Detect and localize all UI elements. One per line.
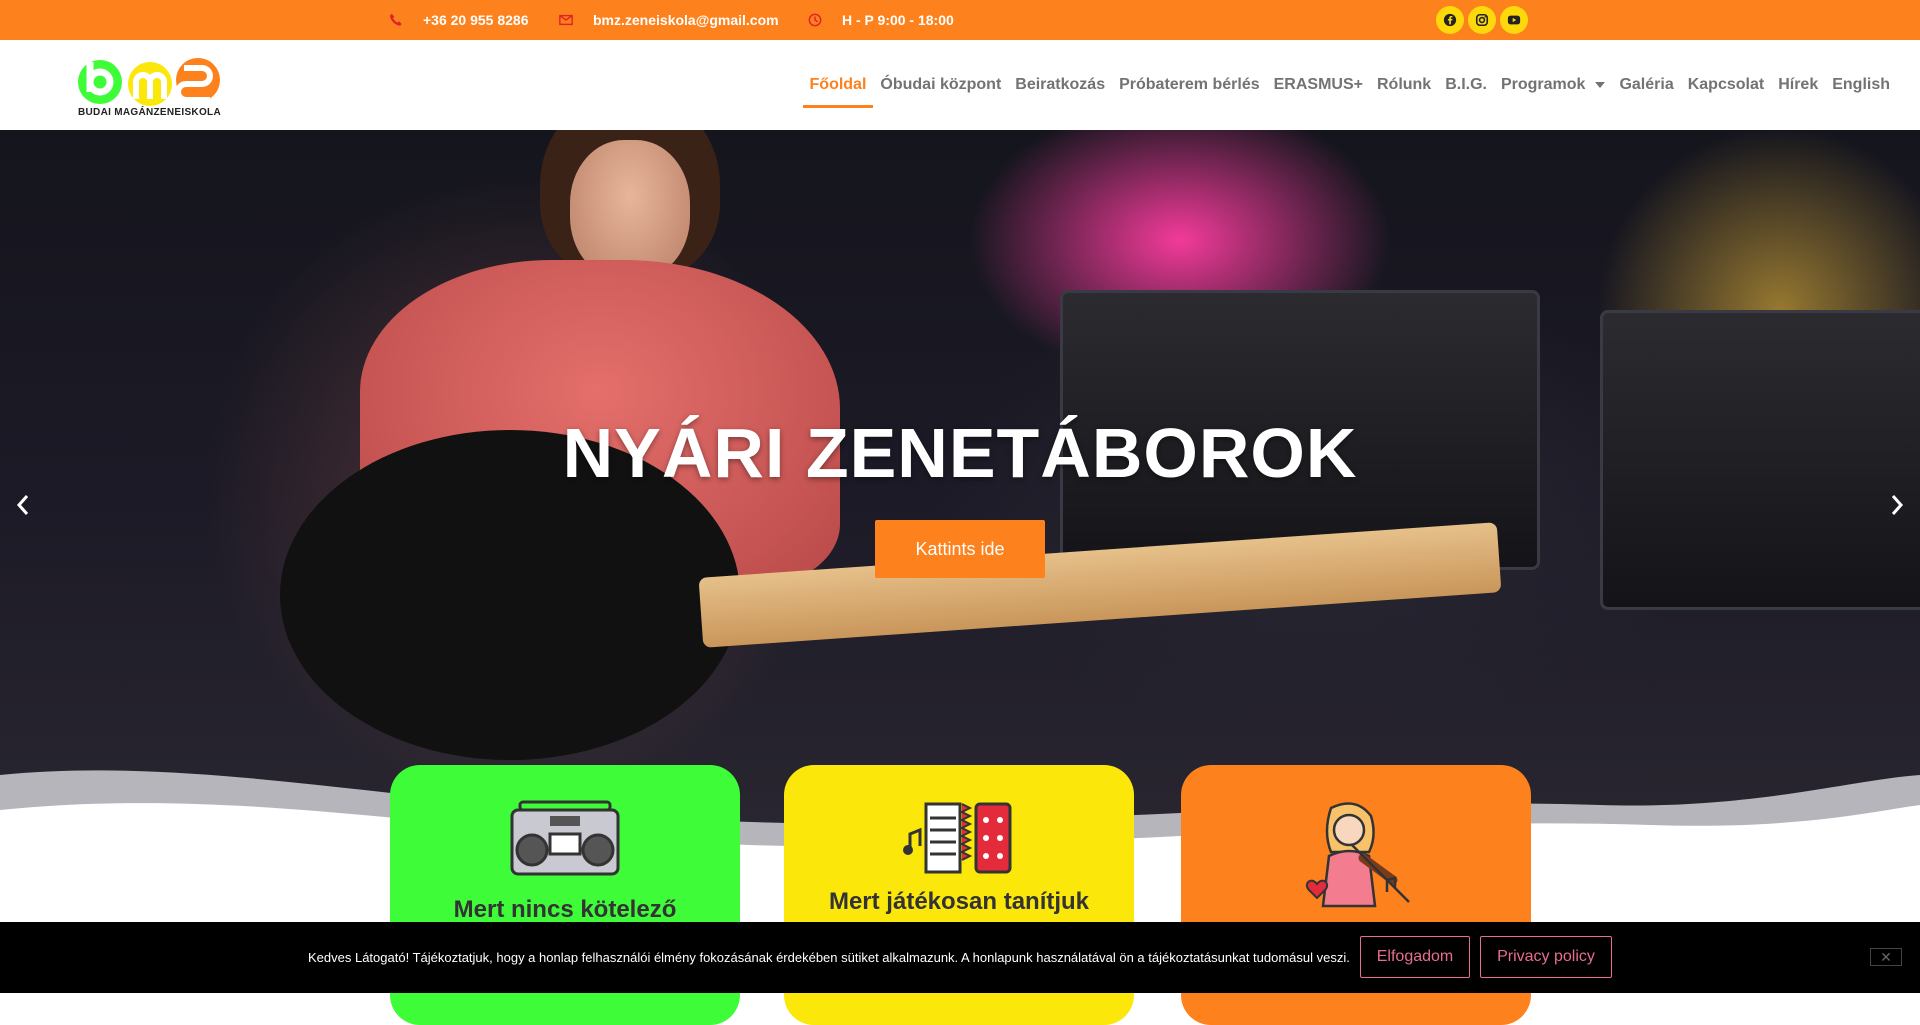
phone-number: +36 20 955 8286: [423, 12, 529, 28]
hero-title: NYÁRI ZENETÁBOROK: [562, 414, 1358, 492]
feature-card-1-title: Mert nincs kötelező: [453, 896, 677, 923]
nav-obudai-kozpont[interactable]: Óbudai központ: [880, 40, 1001, 130]
hero-cta-button[interactable]: Kattints ide: [875, 520, 1045, 578]
nav-beiratkozas[interactable]: Beiratkozás: [1015, 40, 1105, 130]
envelope-icon: [559, 14, 573, 26]
nav-english[interactable]: English: [1832, 40, 1890, 130]
main-nav: Főoldal Óbudai központ Beiratkozás Próba…: [796, 40, 1890, 130]
cookie-banner: Kedves Látogató! Tájékoztatjuk, hogy a h…: [0, 922, 1920, 993]
opening-hours: H - P 9:00 - 18:00: [842, 12, 954, 28]
chevron-down-icon: [1595, 82, 1606, 88]
email-address: bmz.zeneiskola@gmail.com: [593, 12, 779, 28]
nav-probaterem-berles[interactable]: Próbaterem bérlés: [1119, 40, 1260, 130]
nav-fooldal[interactable]: Főoldal: [802, 40, 874, 130]
accordion-icon: [903, 802, 1012, 874]
close-icon[interactable]: ✕: [1870, 948, 1902, 966]
instagram-icon[interactable]: [1468, 6, 1496, 34]
phone-info[interactable]: +36 20 955 8286: [389, 0, 529, 40]
chevron-left-icon[interactable]: [8, 485, 38, 525]
nav-kapcsolat[interactable]: Kapcsolat: [1688, 40, 1764, 130]
hours-info: H - P 9:00 - 18:00: [808, 0, 954, 40]
nav-hirek[interactable]: Hírek: [1778, 40, 1818, 130]
cookie-notice-text: Kedves Látogató! Tájékoztatjuk, hogy a h…: [308, 950, 1350, 965]
nav-rolunk[interactable]: Rólunk: [1377, 40, 1431, 130]
privacy-policy-button[interactable]: Privacy policy: [1480, 936, 1612, 978]
boombox-icon: [510, 800, 620, 876]
nav-big[interactable]: B.I.G.: [1445, 40, 1487, 130]
nav-erasmus[interactable]: ERASMUS+: [1274, 40, 1363, 130]
hero-slider: NYÁRI ZENETÁBOROK Kattints ide: [0, 130, 1920, 860]
youtube-icon[interactable]: [1500, 6, 1528, 34]
site-header: Főoldal Óbudai központ Beiratkozás Próba…: [0, 40, 1920, 130]
cookie-accept-button[interactable]: Elfogadom: [1360, 936, 1470, 978]
top-bar: +36 20 955 8286 bmz.zeneiskola@gmail.com…: [0, 0, 1920, 40]
logo-text: BUDAI MAGÁNZENEISKOLA: [78, 107, 221, 118]
feature-card-2-title: Mert játékosan tanítjuk: [828, 888, 1090, 915]
nav-programok-label: Programok: [1500, 76, 1586, 93]
email-info[interactable]: bmz.zeneiskola@gmail.com: [559, 0, 779, 40]
clock-icon: [808, 13, 822, 27]
facebook-icon[interactable]: [1436, 6, 1464, 34]
hero-person-face: [570, 140, 690, 280]
phone-icon: [389, 13, 403, 27]
chevron-right-icon[interactable]: [1882, 485, 1912, 525]
nav-galeria[interactable]: Galéria: [1619, 40, 1673, 130]
violinist-icon: [1305, 802, 1410, 908]
nav-programok[interactable]: Programok: [1500, 40, 1606, 130]
